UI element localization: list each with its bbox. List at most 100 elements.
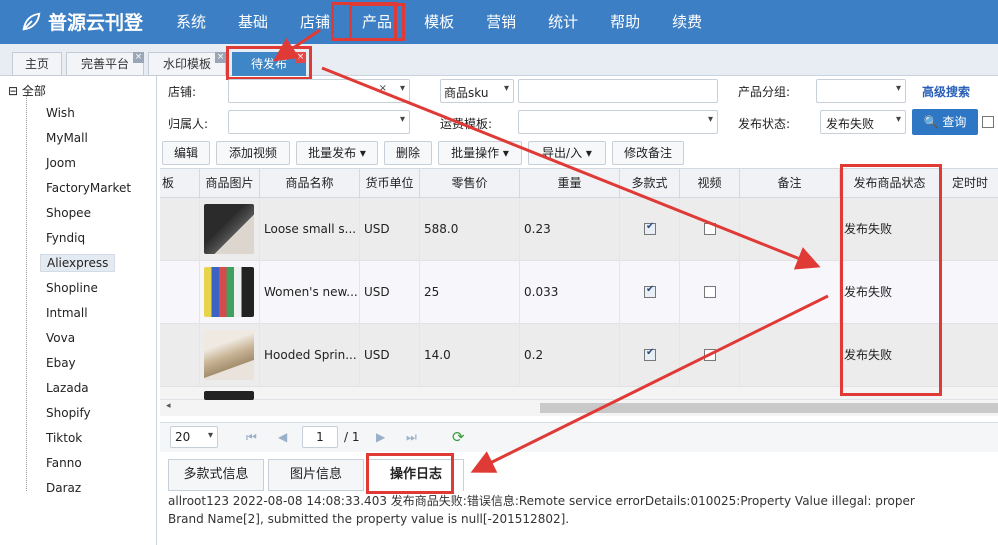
product-name[interactable]: Hooded Sprin...: [260, 324, 360, 386]
scroll-left-icon[interactable]: ◂: [166, 401, 171, 411]
filter-checkbox[interactable]: [982, 116, 994, 128]
sidebar-item-joom[interactable]: Joom: [40, 155, 82, 171]
video-checkbox[interactable]: [704, 349, 716, 361]
sidebar-item-shopify[interactable]: Shopify: [40, 405, 97, 421]
product-group-select[interactable]: ▾: [816, 79, 906, 103]
store-select[interactable]: × ▾: [228, 79, 410, 103]
nav-item-basic[interactable]: 基础: [222, 0, 284, 44]
tree-connector: [26, 96, 27, 491]
query-button[interactable]: 🔍 查询: [912, 109, 978, 135]
tab-multi-style-info[interactable]: 多款式信息: [168, 459, 264, 491]
sidebar-item-factorymarket[interactable]: FactoryMarket: [40, 180, 137, 196]
main-nav: 系统 基础 店铺 产品 模板 营销 统计 帮助 续费: [160, 0, 718, 44]
close-icon[interactable]: ×: [295, 52, 306, 63]
nav-item-renew[interactable]: 续费: [656, 0, 718, 44]
nav-item-template[interactable]: 模板: [408, 0, 470, 44]
sidebar-item-vova[interactable]: Vova: [40, 330, 81, 346]
page-size-select[interactable]: 20 ▾: [170, 426, 218, 448]
nav-item-help[interactable]: 帮助: [594, 0, 656, 44]
sidebar-item-tiktok[interactable]: Tiktok: [40, 430, 88, 446]
advanced-search-link[interactable]: 高级搜索: [922, 83, 970, 100]
product-thumbnail[interactable]: [204, 391, 254, 400]
sidebar-item-ebay[interactable]: Ebay: [40, 355, 82, 371]
prev-page-icon[interactable]: ◀: [278, 430, 287, 444]
horizontal-scrollbar[interactable]: ◂: [160, 400, 998, 416]
sidebar-item-fanno[interactable]: Fanno: [40, 455, 88, 471]
table-row[interactable]: Hooded Sprin... USD 14.0 0.2 发布失败: [160, 324, 998, 387]
sidebar-item-lazada[interactable]: Lazada: [40, 380, 95, 396]
publish-status: 发布失败: [840, 324, 940, 386]
import-export-label: 导出/入: [542, 146, 583, 160]
nav-item-product[interactable]: 产品: [346, 0, 408, 44]
nav-item-marketing[interactable]: 营销: [470, 0, 532, 44]
tab-operation-log[interactable]: 操作日志: [368, 459, 464, 491]
sidebar-item-mymall[interactable]: MyMall: [40, 130, 94, 146]
collapse-icon[interactable]: ⊟: [8, 84, 18, 98]
batch-publish-button[interactable]: 批量发布 ▾: [296, 141, 378, 165]
tab-home-label: 主页: [24, 57, 49, 71]
import-export-button[interactable]: 导出/入 ▾: [528, 141, 606, 165]
product-thumbnail[interactable]: [204, 204, 254, 254]
multi-style-checkbox[interactable]: [644, 221, 656, 235]
app-logo[interactable]: 普源云刊登: [20, 8, 143, 35]
retail-price: 25: [420, 261, 520, 323]
publish-status-select[interactable]: 发布失败 ▾: [820, 110, 906, 134]
tab-home[interactable]: 主页: [12, 52, 62, 76]
sidebar-item-aliexpress[interactable]: Aliexpress: [40, 254, 116, 272]
sidebar-item-daraz[interactable]: Daraz: [40, 480, 87, 496]
product-thumbnail[interactable]: [204, 267, 254, 317]
sidebar-item-fyndiq[interactable]: Fyndiq: [40, 230, 91, 246]
product-thumbnail[interactable]: [204, 330, 254, 380]
batch-ops-button[interactable]: 批量操作 ▾: [438, 141, 522, 165]
sku-type-select[interactable]: 商品sku ▾: [440, 79, 514, 103]
edit-button[interactable]: 编辑: [162, 141, 210, 165]
table-row[interactable]: Women's new... USD 25 0.033 发布失败: [160, 261, 998, 324]
sidebar-item-shopline[interactable]: Shopline: [40, 280, 104, 296]
close-icon[interactable]: ×: [215, 52, 226, 63]
delete-button[interactable]: 删除: [384, 141, 432, 165]
tab-complete-platform[interactable]: 完善平台 ×: [66, 52, 144, 76]
owner-select[interactable]: ▾: [228, 110, 410, 134]
last-page-icon[interactable]: ⏭: [406, 430, 417, 445]
currency: USD: [360, 198, 420, 260]
refresh-icon[interactable]: ⟳: [452, 428, 465, 446]
page-number-input[interactable]: 1: [302, 426, 338, 448]
tab-pending-publish[interactable]: 待发布 ×: [232, 52, 306, 76]
sku-input[interactable]: [518, 79, 718, 103]
sidebar-item-shopee[interactable]: Shopee: [40, 205, 97, 221]
product-name[interactable]: Women's new...: [260, 261, 360, 323]
chevron-down-icon: ▾: [503, 83, 509, 94]
chevron-down-icon: ▾: [707, 114, 713, 125]
table-row[interactable]: [160, 387, 998, 400]
video-checkbox[interactable]: [704, 286, 716, 298]
first-page-icon[interactable]: ⏮: [246, 430, 257, 445]
edit-note-button[interactable]: 修改备注: [612, 141, 684, 165]
sidebar-item-wish[interactable]: Wish: [40, 105, 81, 121]
weight: 0.033: [520, 261, 620, 323]
batch-ops-label: 批量操作: [451, 146, 500, 160]
publish-status-value: 发布失败: [826, 117, 875, 131]
chevron-down-icon: ▾: [895, 83, 901, 94]
next-page-icon[interactable]: ▶: [376, 430, 385, 444]
shipping-template-select[interactable]: ▾: [518, 110, 718, 134]
multi-style-checkbox[interactable]: [644, 284, 656, 298]
multi-style-checkbox[interactable]: [644, 347, 656, 361]
retail-price: 14.0: [420, 324, 520, 386]
scrollbar-thumb[interactable]: [540, 403, 998, 413]
table-header: 板 商品图片 商品名称 货币单位 零售价 重量 多款式 视频 备注 发布商品状态…: [160, 168, 998, 198]
nav-item-system[interactable]: 系统: [160, 0, 222, 44]
clear-icon[interactable]: ×: [379, 83, 387, 94]
nav-item-stats[interactable]: 统计: [532, 0, 594, 44]
video-checkbox[interactable]: [704, 223, 716, 235]
page-size-value: 20: [175, 430, 191, 444]
caret-down-icon: ▾: [359, 146, 366, 160]
sidebar-item-intmall[interactable]: Intmall: [40, 305, 94, 321]
tab-image-info[interactable]: 图片信息: [268, 459, 364, 491]
add-video-button[interactable]: 添加视频: [216, 141, 290, 165]
row-cell: [160, 261, 200, 323]
table-row[interactable]: Loose small s... USD 588.0 0.23 发布失败: [160, 198, 998, 261]
product-name[interactable]: Loose small s...: [260, 198, 360, 260]
close-icon[interactable]: ×: [133, 52, 144, 63]
nav-item-store[interactable]: 店铺: [284, 0, 346, 44]
tab-watermark[interactable]: 水印模板 ×: [148, 52, 226, 76]
